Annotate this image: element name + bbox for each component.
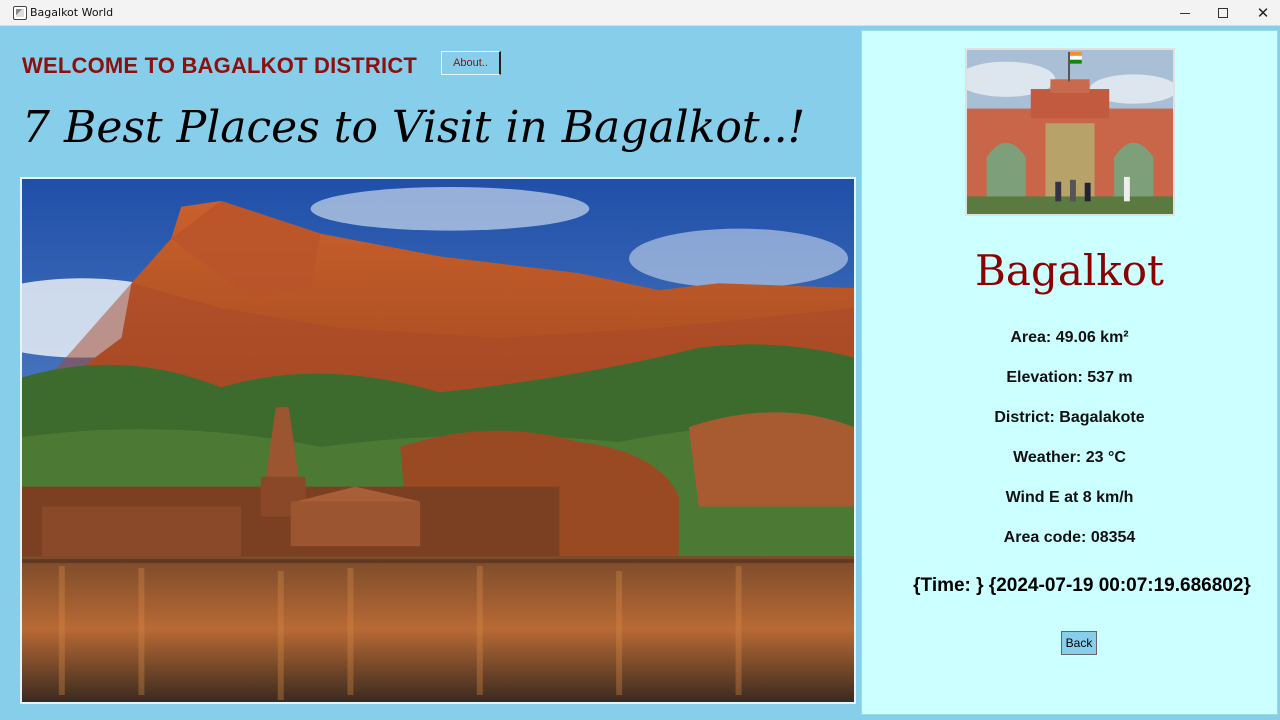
weather-text: Weather: 23 °C <box>1013 449 1126 466</box>
left-panel: WELCOME TO BAGALKOT DISTRICT About.. 7 B… <box>6 27 858 720</box>
page-title: 7 Best Places to Visit in Bagalkot..! <box>22 102 806 153</box>
time-text: {Time: } {2024-07-19 00:07:19.686802} <box>913 575 1251 596</box>
landscape-illustration <box>22 179 854 702</box>
close-icon: ✕ <box>1256 4 1270 22</box>
back-button[interactable]: Back <box>1061 631 1097 655</box>
welcome-heading: WELCOME TO BAGALKOT DISTRICT <box>22 53 418 78</box>
city-name: Bagalkot <box>975 246 1164 295</box>
info-panel: Bagalkot Area: 49.06 km² Elevation: 537 … <box>861 30 1278 715</box>
window-title: Bagalkot World <box>30 6 114 19</box>
maximize-icon <box>1218 8 1228 18</box>
gate-illustration <box>967 50 1173 214</box>
app-icon <box>13 6 27 20</box>
window-titlebar: Bagalkot World ✕ <box>0 0 1280 26</box>
elevation-text: Elevation: 537 m <box>1006 369 1133 386</box>
bagalkot-gate-image <box>965 48 1175 216</box>
minimize-icon <box>1180 12 1190 14</box>
wind-text: Wind E at 8 km/h <box>1005 489 1134 506</box>
badami-landscape-image <box>20 177 856 704</box>
close-button[interactable]: ✕ <box>1240 0 1280 26</box>
about-button[interactable]: About.. <box>441 51 501 75</box>
district-text: District: Bagalakote <box>994 409 1145 426</box>
area-code-text: Area code: 08354 <box>1003 529 1136 546</box>
area-text: Area: 49.06 km² <box>1010 329 1129 346</box>
